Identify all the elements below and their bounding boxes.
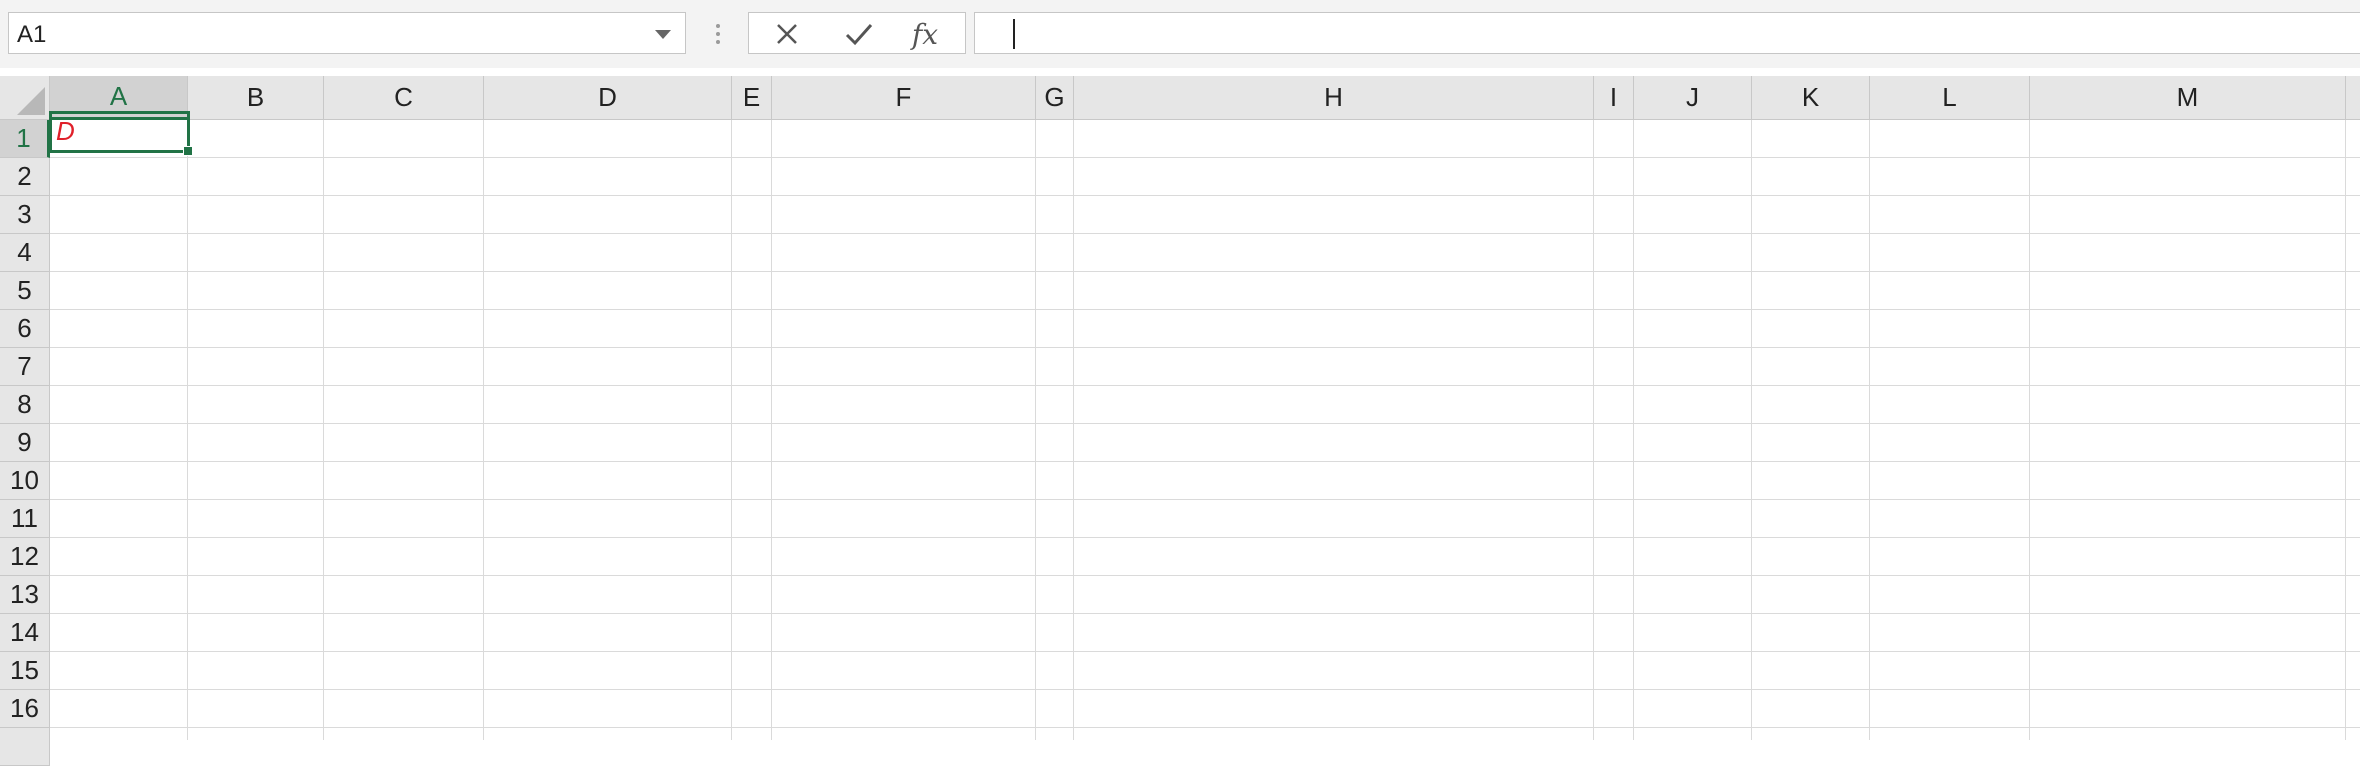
gridline	[50, 309, 2360, 310]
column-header-g[interactable]: G	[1036, 76, 1074, 120]
column-header-h[interactable]: H	[1074, 76, 1594, 120]
column-header-b[interactable]: B	[188, 76, 324, 120]
column-header-k[interactable]: K	[1752, 76, 1870, 120]
row-header-8[interactable]: 8	[0, 386, 50, 424]
gridline	[2029, 120, 2030, 740]
fill-handle[interactable]	[183, 146, 193, 156]
row-header-4[interactable]: 4	[0, 234, 50, 272]
row-header-7[interactable]: 7	[0, 348, 50, 386]
gridline	[50, 575, 2360, 576]
gridline	[187, 120, 188, 740]
gridline	[50, 537, 2360, 538]
select-all-button[interactable]	[0, 76, 50, 120]
insert-function-button[interactable]: fx	[901, 17, 949, 51]
gridline	[50, 423, 2360, 424]
formula-input[interactable]	[974, 12, 2360, 54]
active-cell-border[interactable]	[49, 111, 190, 153]
gridline	[50, 347, 2360, 348]
formula-buttons: fx	[748, 12, 966, 54]
gridline	[50, 271, 2360, 272]
row-header-11[interactable]: 11	[0, 500, 50, 538]
name-box[interactable]: A1	[8, 12, 686, 54]
formula-bar-region: A1 fx	[0, 0, 2360, 69]
column-header-m[interactable]: M	[2030, 76, 2346, 120]
gridline	[323, 120, 324, 740]
gridline	[50, 689, 2360, 690]
select-all-triangle-icon	[17, 87, 45, 115]
gridline	[483, 120, 484, 740]
name-box-value: A1	[17, 21, 47, 48]
gridline	[771, 120, 772, 740]
gridline	[50, 195, 2360, 196]
text-caret	[1013, 19, 1015, 49]
column-header-l[interactable]: L	[1870, 76, 2030, 120]
row-header-15[interactable]: 15	[0, 652, 50, 690]
gridline	[50, 727, 2360, 728]
gridline	[50, 651, 2360, 652]
column-header-e[interactable]: E	[732, 76, 772, 120]
column-header-i[interactable]: I	[1594, 76, 1634, 120]
gridline	[1073, 120, 1074, 740]
gridline	[731, 120, 732, 740]
row-header-16[interactable]: 16	[0, 690, 50, 728]
gridline	[1633, 120, 1634, 740]
fx-label: fx	[911, 17, 939, 51]
close-icon[interactable]	[763, 17, 811, 51]
gridline	[50, 385, 2360, 386]
column-header-partial[interactable]	[2346, 76, 2360, 120]
row-header-1[interactable]: 1	[0, 120, 50, 158]
spreadsheet-grid: A B C D E F G H I J K L M 1 2 3 4 5 6 7 …	[0, 68, 2360, 766]
row-header-5[interactable]: 5	[0, 272, 50, 310]
row-header-10[interactable]: 10	[0, 462, 50, 500]
row-header-9[interactable]: 9	[0, 424, 50, 462]
gridline	[50, 461, 2360, 462]
chevron-down-icon[interactable]	[651, 25, 675, 45]
gridline	[1751, 120, 1752, 740]
more-options-icon[interactable]	[712, 16, 724, 52]
row-header-6[interactable]: 6	[0, 310, 50, 348]
gridline	[1593, 120, 1594, 740]
row-header-14[interactable]: 14	[0, 614, 50, 652]
column-header-f[interactable]: F	[772, 76, 1036, 120]
row-header-13[interactable]: 13	[0, 576, 50, 614]
column-header-c[interactable]: C	[324, 76, 484, 120]
row-header-2[interactable]: 2	[0, 158, 50, 196]
gridline	[50, 233, 2360, 234]
gridline	[1869, 120, 1870, 740]
row-header-3[interactable]: 3	[0, 196, 50, 234]
row-header-12[interactable]: 12	[0, 538, 50, 576]
gridline	[50, 157, 2360, 158]
gridline	[1035, 120, 1036, 740]
column-header-d[interactable]: D	[484, 76, 732, 120]
gridline	[2345, 120, 2346, 740]
gridline	[50, 613, 2360, 614]
gridline	[50, 499, 2360, 500]
checkmark-icon[interactable]	[835, 17, 883, 51]
column-header-j[interactable]: J	[1634, 76, 1752, 120]
